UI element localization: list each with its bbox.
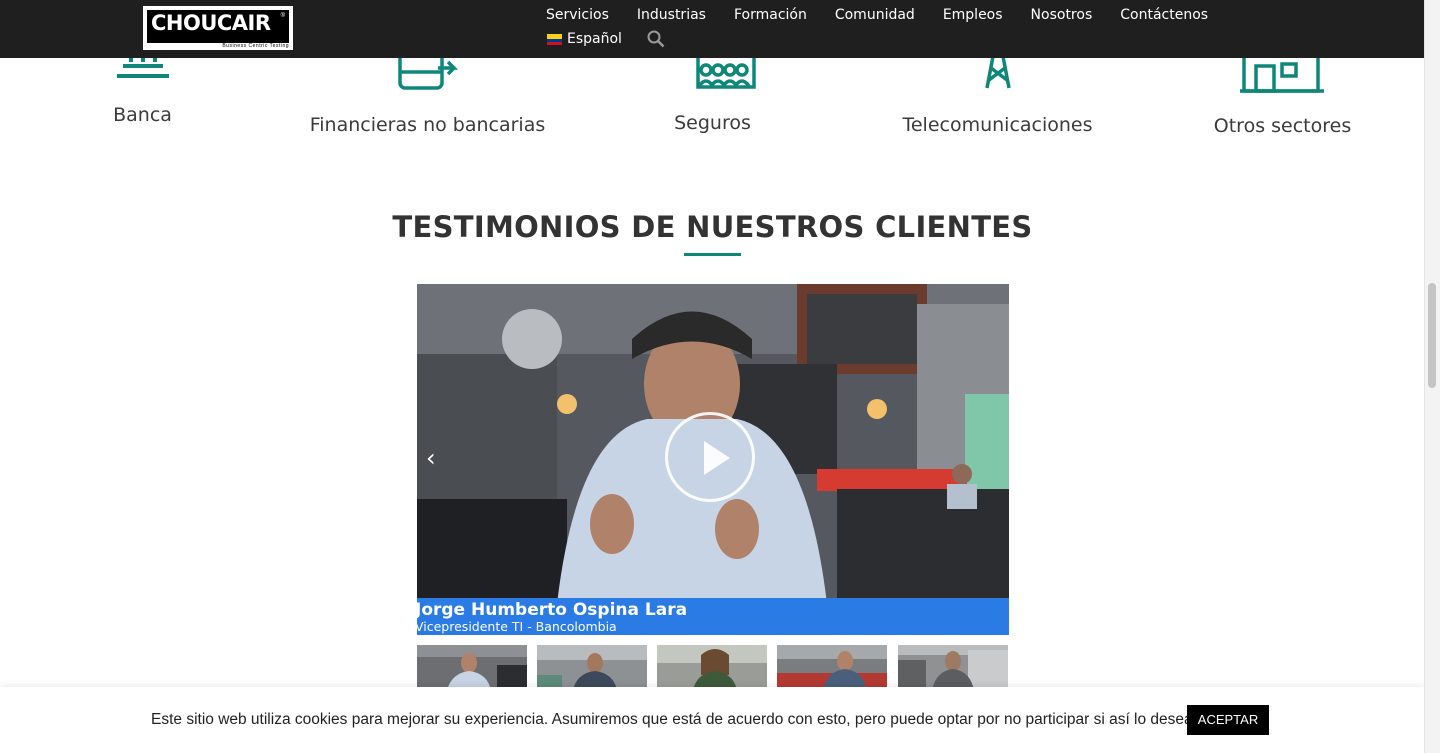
industry-label: Telecomunicaciones <box>902 114 1093 136</box>
industry-label: Banca <box>113 104 172 126</box>
testimonial-person-role: Vicepresidente TI - Bancolombia <box>415 619 617 634</box>
logo-tagline: Business Centric Testing <box>222 43 289 49</box>
video-thumbnails <box>417 645 1009 690</box>
play-button[interactable] <box>665 412 755 502</box>
cookie-banner: Este sitio web utiliza cookies para mejo… <box>0 687 1425 753</box>
colombia-flag-icon <box>547 33 562 45</box>
logo-text: CHOUCAIR <box>151 11 271 35</box>
registered-mark: ® <box>280 13 285 19</box>
video-caption: Jorge Humberto Ospina Lara Vicepresident… <box>415 598 1009 635</box>
nav-contactenos[interactable]: Contáctenos <box>1120 7 1208 23</box>
industry-label: Financieras no bancarias <box>309 114 546 136</box>
scrollbar-thumb[interactable] <box>1428 283 1436 388</box>
site-header: CHOUCAIR ® Business Centric Testing Serv… <box>0 0 1425 58</box>
video-thumbnail[interactable] <box>898 645 1008 690</box>
site-logo[interactable]: CHOUCAIR ® Business Centric Testing <box>143 6 293 50</box>
section-title: TESTIMONIOS DE NUESTROS CLIENTES <box>392 210 1033 244</box>
cookie-message: Este sitio web utiliza cookies para mejo… <box>151 711 1197 728</box>
nav-comunidad[interactable]: Comunidad <box>835 7 915 23</box>
nav-industrias[interactable]: Industrias <box>637 7 706 23</box>
industry-label: Otros sectores <box>1213 115 1352 137</box>
search-icon <box>647 30 665 48</box>
previous-video-button[interactable]: ‹ <box>426 444 436 472</box>
video-thumbnail[interactable] <box>657 645 767 690</box>
title-underline <box>684 253 741 256</box>
video-thumbnail[interactable] <box>417 645 527 690</box>
nav-nosotros[interactable]: Nosotros <box>1031 7 1093 23</box>
industry-label: Seguros <box>674 112 751 134</box>
main-nav: Servicios Industrias Formación Comunidad… <box>546 7 1236 23</box>
nav-servicios[interactable]: Servicios <box>546 7 609 23</box>
search-button[interactable] <box>647 30 665 53</box>
nav-formacion[interactable]: Formación <box>734 7 807 23</box>
video-thumbnail[interactable] <box>777 645 887 690</box>
video-thumbnail[interactable] <box>537 645 647 690</box>
accept-cookies-button[interactable]: ACEPTAR <box>1187 705 1269 735</box>
language-label: Español <box>567 31 622 47</box>
language-selector[interactable]: Español <box>547 31 622 47</box>
nav-empleos[interactable]: Empleos <box>943 7 1003 23</box>
page-scrollbar[interactable] <box>1424 0 1440 753</box>
testimonial-person-name: Jorge Humberto Ospina Lara <box>415 600 688 620</box>
play-icon <box>704 441 730 475</box>
